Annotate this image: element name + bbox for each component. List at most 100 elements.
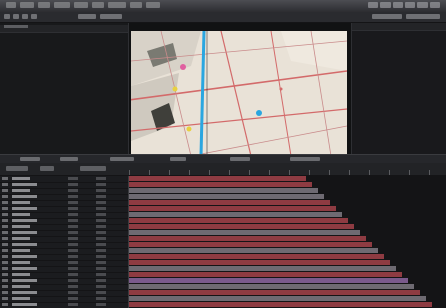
layer-switch[interactable] — [96, 285, 106, 288]
viewer-control[interactable] — [230, 157, 250, 161]
layer-switch[interactable] — [68, 231, 78, 234]
layer-duration-bar[interactable] — [129, 176, 306, 181]
layer-name — [12, 297, 30, 300]
layer-duration-bar[interactable] — [129, 266, 396, 271]
layer-switch[interactable] — [96, 207, 106, 210]
menu-item[interactable] — [6, 2, 16, 8]
layer-switch[interactable] — [68, 297, 78, 300]
layer-switch[interactable] — [68, 225, 78, 228]
menu-item[interactable] — [130, 2, 142, 8]
layer-switch[interactable] — [68, 177, 78, 180]
layer-duration-bar[interactable] — [129, 218, 348, 223]
layer-switch[interactable] — [96, 273, 106, 276]
layer-switch[interactable] — [68, 249, 78, 252]
layer-switch[interactable] — [96, 267, 106, 270]
layer-switch[interactable] — [68, 303, 78, 306]
viewer-control[interactable] — [60, 157, 78, 161]
layer-switch[interactable] — [96, 219, 106, 222]
timeline-tracks[interactable] — [129, 176, 446, 308]
tool-button[interactable] — [406, 14, 440, 19]
layer-duration-bar[interactable] — [129, 224, 354, 229]
tool-button[interactable] — [100, 14, 122, 19]
layer-switch[interactable] — [96, 183, 106, 186]
menu-item[interactable] — [38, 2, 50, 8]
layer-switch[interactable] — [68, 243, 78, 246]
layer-duration-bar[interactable] — [129, 296, 426, 301]
timeline-control[interactable] — [40, 166, 54, 171]
layer-switch[interactable] — [96, 189, 106, 192]
layer-switch[interactable] — [96, 279, 106, 282]
layer-switch[interactable] — [68, 255, 78, 258]
tool-button[interactable] — [22, 14, 28, 19]
layer-switch[interactable] — [96, 225, 106, 228]
menu-item[interactable] — [20, 2, 34, 8]
tool-button[interactable] — [13, 14, 19, 19]
layer-duration-bar[interactable] — [129, 254, 384, 259]
viewer-control[interactable] — [170, 157, 186, 161]
viewer-control[interactable] — [20, 157, 40, 161]
layer-switch[interactable] — [96, 237, 106, 240]
layer-name — [12, 177, 30, 180]
menu-item[interactable] — [54, 2, 70, 8]
layer-switch[interactable] — [96, 243, 106, 246]
viewer-control[interactable] — [290, 157, 320, 161]
layer-duration-bar[interactable] — [129, 206, 336, 211]
menu-item[interactable] — [92, 2, 104, 8]
menu-item[interactable] — [74, 2, 88, 8]
layer-duration-bar[interactable] — [129, 242, 372, 247]
layer-switch[interactable] — [96, 291, 106, 294]
layer-switch[interactable] — [96, 231, 106, 234]
layer-duration-bar[interactable] — [129, 284, 414, 289]
layer-switch[interactable] — [96, 255, 106, 258]
layer-switch[interactable] — [68, 273, 78, 276]
layer-duration-bar[interactable] — [129, 230, 360, 235]
layer-switch[interactable] — [68, 267, 78, 270]
layer-switch[interactable] — [68, 261, 78, 264]
timeline-control[interactable] — [6, 166, 28, 171]
layer-switch[interactable] — [68, 201, 78, 204]
layer-duration-bar[interactable] — [129, 302, 432, 307]
layer-duration-bar[interactable] — [129, 260, 390, 265]
layer-switch[interactable] — [96, 261, 106, 264]
layer-switch[interactable] — [68, 213, 78, 216]
layer-duration-bar[interactable] — [129, 278, 408, 283]
layer-switch[interactable] — [68, 183, 78, 186]
menu-item[interactable] — [146, 2, 160, 8]
layer-duration-bar[interactable] — [129, 272, 402, 277]
tool-button[interactable] — [78, 14, 96, 19]
layer-duration-bar[interactable] — [129, 182, 312, 187]
layer-switch[interactable] — [96, 303, 106, 306]
layer-duration-bar[interactable] — [129, 194, 324, 199]
layer-duration-bar[interactable] — [129, 236, 366, 241]
layer-switch[interactable] — [68, 291, 78, 294]
layer-switch[interactable] — [68, 189, 78, 192]
layer-switch[interactable] — [68, 207, 78, 210]
timeline-control[interactable] — [80, 166, 106, 171]
layer-number — [2, 225, 8, 228]
viewer-control[interactable] — [110, 157, 134, 161]
layer-switch[interactable] — [96, 177, 106, 180]
layer-switch[interactable] — [96, 195, 106, 198]
tool-button[interactable] — [31, 14, 37, 19]
menu-item[interactable] — [108, 2, 126, 8]
layer-duration-bar[interactable] — [129, 212, 342, 217]
layer-switch[interactable] — [68, 219, 78, 222]
map-preview[interactable] — [131, 31, 347, 156]
tool-button[interactable] — [372, 14, 402, 19]
layer-duration-bar[interactable] — [129, 290, 420, 295]
layer-switch[interactable] — [96, 213, 106, 216]
layer-switch[interactable] — [68, 279, 78, 282]
layer-switch[interactable] — [68, 285, 78, 288]
layer-switch[interactable] — [96, 249, 106, 252]
layer-switch[interactable] — [68, 237, 78, 240]
layer-switch[interactable] — [96, 297, 106, 300]
layer-switch[interactable] — [96, 201, 106, 204]
layer-duration-bar[interactable] — [129, 188, 318, 193]
time-ruler[interactable] — [129, 170, 446, 175]
layer-switch[interactable] — [68, 195, 78, 198]
layer-duration-bar[interactable] — [129, 248, 378, 253]
layer-name — [12, 255, 37, 258]
layer-row[interactable] — [0, 302, 128, 308]
layer-duration-bar[interactable] — [129, 200, 330, 205]
tool-button[interactable] — [4, 14, 10, 19]
